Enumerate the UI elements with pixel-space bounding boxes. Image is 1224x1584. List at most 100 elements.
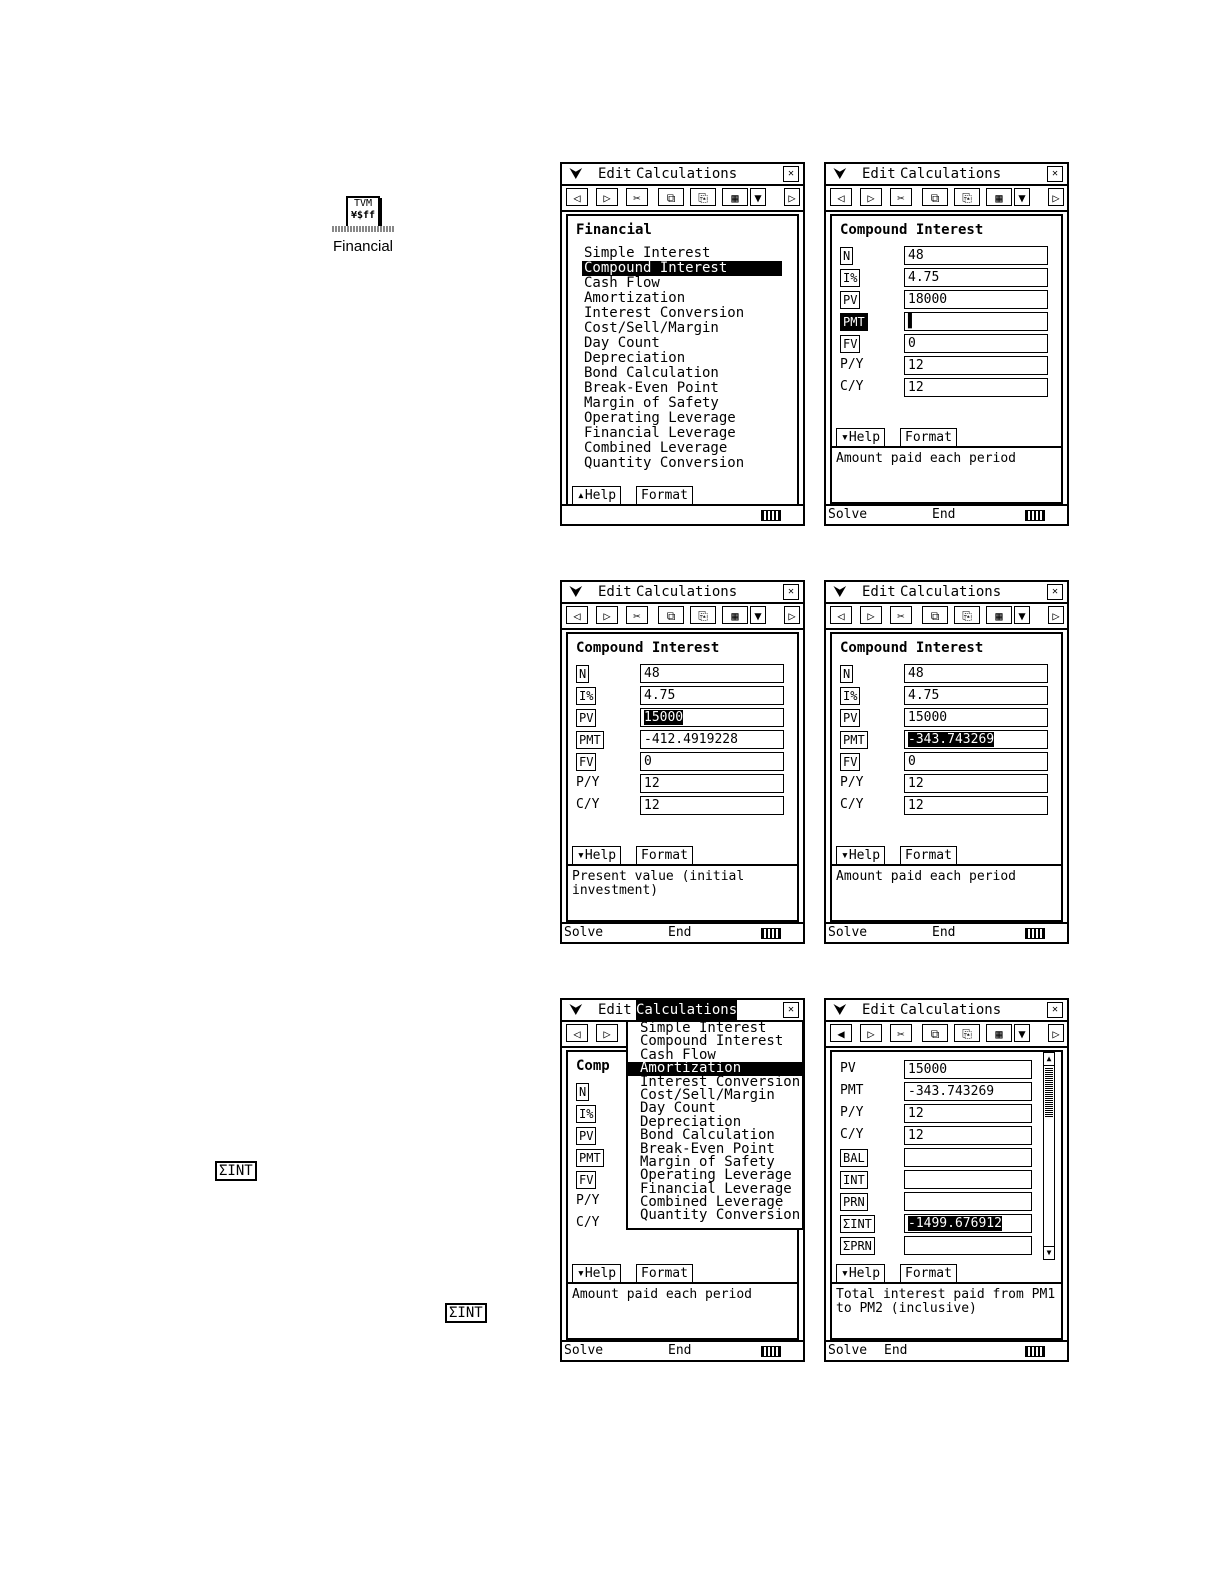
tab-format[interactable]: Format xyxy=(900,1264,957,1282)
list-item[interactable]: Break-Even Point xyxy=(582,381,782,396)
solve-button[interactable]: Solve xyxy=(828,924,867,942)
field-pv[interactable]: 15000 xyxy=(904,1060,1032,1079)
close-icon[interactable]: ✕ xyxy=(783,166,799,182)
scroll-up-icon[interactable]: ▲ xyxy=(1044,1053,1054,1066)
list-item[interactable]: Margin of Safety xyxy=(582,396,782,411)
list-item[interactable]: Day Count xyxy=(582,336,782,351)
scroll-right-icon[interactable]: ▷ xyxy=(1048,606,1064,624)
list-item-selected[interactable]: Compound Interest xyxy=(582,261,782,276)
tab-help[interactable]: ▾Help xyxy=(572,846,622,864)
field-py[interactable]: 12 xyxy=(640,774,784,793)
menu-calculations[interactable]: Calculations xyxy=(636,1000,738,1020)
list-item[interactable]: Simple Interest xyxy=(582,246,782,261)
scroll-right-icon[interactable]: ▷ xyxy=(1048,188,1064,206)
var-button-pv[interactable]: PV xyxy=(576,709,597,727)
tab-help[interactable]: ▾Help xyxy=(836,846,886,864)
back-icon[interactable]: ◁ xyxy=(566,1024,588,1042)
field-cy[interactable]: 12 xyxy=(904,1126,1032,1145)
list-item[interactable]: Depreciation xyxy=(582,351,782,366)
sum-int-key-button-2[interactable]: ΣINT xyxy=(445,1303,487,1323)
forward-icon[interactable]: ▷ xyxy=(860,1024,882,1042)
copy-icon[interactable]: ⧉ xyxy=(922,188,948,206)
tab-format[interactable]: Format xyxy=(900,428,957,446)
vertical-scrollbar[interactable]: ▲ ▼ xyxy=(1043,1052,1055,1260)
var-button-pmt[interactable]: PMT xyxy=(576,731,604,749)
keyboard-icon[interactable]: ▦ xyxy=(986,606,1012,624)
field-bal[interactable] xyxy=(904,1148,1032,1167)
field-sum-prn[interactable] xyxy=(904,1236,1032,1255)
scroll-right-icon[interactable]: ▷ xyxy=(1048,1024,1064,1042)
cut-icon[interactable]: ✂ xyxy=(626,188,648,206)
field-fv[interactable]: 0 xyxy=(904,334,1048,353)
field-py[interactable]: 12 xyxy=(904,1104,1032,1123)
forward-icon[interactable]: ▷ xyxy=(860,606,882,624)
menu-chevron-icon[interactable]: ⮟ xyxy=(834,164,846,184)
field-n[interactable]: 48 xyxy=(904,246,1048,265)
var-button-n[interactable]: N xyxy=(840,247,854,265)
field-cy[interactable]: 12 xyxy=(904,378,1048,397)
paste-icon[interactable]: ⎘ xyxy=(954,1024,980,1042)
menu-edit[interactable]: Edit xyxy=(598,582,632,602)
var-button-fv[interactable]: FV xyxy=(840,335,861,353)
back-icon[interactable]: ◁ xyxy=(566,188,588,206)
var-button-pv[interactable]: PV xyxy=(840,291,861,309)
paste-icon[interactable]: ⎘ xyxy=(690,606,716,624)
var-button-fv[interactable]: FV xyxy=(576,753,597,771)
menu-chevron-icon[interactable]: ⮟ xyxy=(570,164,582,184)
keyboard-icon[interactable]: ▦ xyxy=(722,188,748,206)
paste-icon[interactable]: ⎘ xyxy=(690,188,716,206)
keyboard-icon[interactable]: ▦ xyxy=(986,188,1012,206)
tab-format[interactable]: Format xyxy=(900,846,957,864)
list-item[interactable]: Amortization xyxy=(582,291,782,306)
field-pv[interactable]: 15000 xyxy=(640,708,784,727)
solve-button[interactable]: Solve xyxy=(564,1342,603,1360)
close-icon[interactable]: ✕ xyxy=(1047,166,1063,182)
field-n[interactable]: 48 xyxy=(640,664,784,683)
var-button-i[interactable]: I% xyxy=(840,269,861,287)
menu-edit[interactable]: Edit xyxy=(862,1000,896,1020)
field-int[interactable] xyxy=(904,1170,1032,1189)
var-button-pmt[interactable]: PMT xyxy=(576,1149,604,1167)
keyboard-icon[interactable]: ▦ xyxy=(986,1024,1012,1042)
menu-chevron-icon[interactable]: ⮟ xyxy=(570,582,582,602)
field-pv[interactable]: 15000 xyxy=(904,708,1048,727)
close-icon[interactable]: ✕ xyxy=(783,584,799,600)
close-icon[interactable]: ✕ xyxy=(1047,1002,1063,1018)
solve-button[interactable]: Solve xyxy=(828,1342,867,1360)
end-button[interactable]: End xyxy=(668,1342,691,1360)
dropdown-icon[interactable]: ▼ xyxy=(1014,1024,1030,1042)
menu-calculations[interactable]: Calculations xyxy=(636,582,737,602)
menu-edit[interactable]: Edit xyxy=(598,164,632,184)
field-n[interactable]: 48 xyxy=(904,664,1048,683)
var-button-fv[interactable]: FV xyxy=(840,753,861,771)
menu-edit[interactable]: Edit xyxy=(862,582,896,602)
field-i[interactable]: 4.75 xyxy=(640,686,784,705)
field-pv[interactable]: 18000 xyxy=(904,290,1048,309)
list-item[interactable]: Cash Flow xyxy=(582,276,782,291)
menu-chevron-icon[interactable]: ⮟ xyxy=(834,1000,846,1020)
menu-calculations[interactable]: Calculations xyxy=(636,164,737,184)
tab-format[interactable]: Format xyxy=(636,846,693,864)
back-icon[interactable]: ◁ xyxy=(566,606,588,624)
field-cy[interactable]: 12 xyxy=(904,796,1048,815)
var-button-int[interactable]: INT xyxy=(840,1171,868,1189)
end-button[interactable]: End xyxy=(668,924,691,942)
var-button-n[interactable]: N xyxy=(576,1083,590,1101)
tab-format[interactable]: Format xyxy=(636,1264,693,1282)
copy-icon[interactable]: ⧉ xyxy=(922,606,948,624)
cut-icon[interactable]: ✂ xyxy=(890,1024,912,1042)
field-pmt[interactable]: -412.4919228 xyxy=(640,730,784,749)
copy-icon[interactable]: ⧉ xyxy=(658,188,684,206)
sum-int-key-button[interactable]: ΣINT xyxy=(215,1161,257,1181)
paste-icon[interactable]: ⎘ xyxy=(954,606,980,624)
close-icon[interactable]: ✕ xyxy=(1047,584,1063,600)
scrollbar-thumb[interactable] xyxy=(1045,1067,1053,1117)
tab-help[interactable]: ▾Help xyxy=(572,1264,622,1282)
var-button-i[interactable]: I% xyxy=(576,687,597,705)
paste-icon[interactable]: ⎘ xyxy=(954,188,980,206)
field-cy[interactable]: 12 xyxy=(640,796,784,815)
forward-icon[interactable]: ▷ xyxy=(596,188,618,206)
tab-help[interactable]: ▾Help xyxy=(836,428,886,446)
field-sum-int[interactable]: -1499.676912 xyxy=(904,1214,1032,1233)
var-button-sum-prn[interactable]: ΣPRN xyxy=(840,1237,875,1255)
